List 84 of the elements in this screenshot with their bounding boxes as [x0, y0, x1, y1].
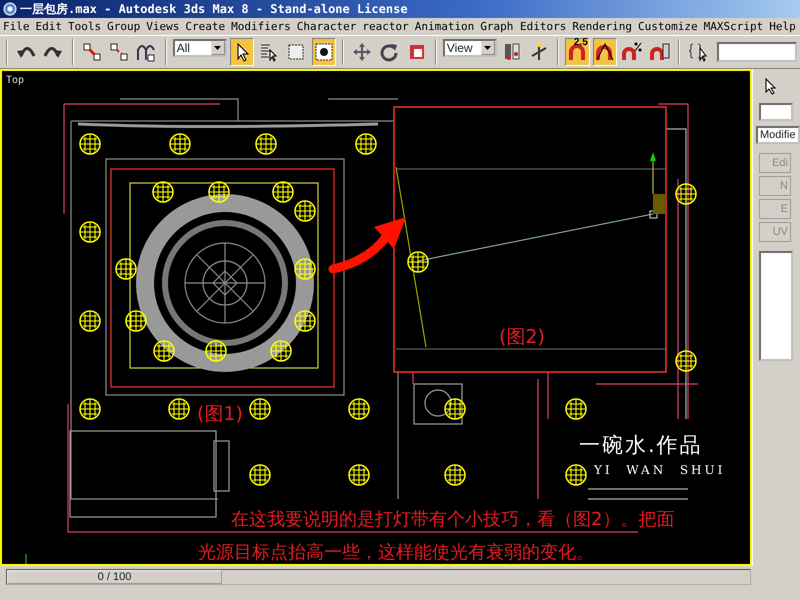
viewport-label[interactable]: Top	[6, 75, 24, 86]
angle-magnet-icon	[594, 42, 615, 62]
link-icon	[82, 42, 102, 62]
dotted-square-icon	[286, 42, 306, 62]
toolbar-button[interactable]: 2.5	[565, 38, 590, 66]
light-icon	[79, 221, 101, 243]
light-icon	[294, 310, 316, 332]
light-icon	[355, 133, 377, 155]
light-icon	[675, 350, 697, 372]
light-icon	[79, 398, 101, 420]
menu-item[interactable]: Tools	[65, 20, 104, 33]
menu-item[interactable]: MAXScript	[700, 20, 766, 33]
caption-text: 光源目标点抬高一些，这样能使光有衰弱的变化。	[198, 541, 594, 564]
signature-title: 一碗水.作品	[579, 432, 703, 459]
menu-item[interactable]: Help	[766, 20, 799, 33]
undo-icon	[16, 46, 36, 58]
dotted-circle-square-icon	[314, 42, 334, 62]
time-slider-thumb[interactable]: 0 / 100	[7, 570, 222, 584]
spinner-magnet-icon	[650, 42, 670, 62]
menu-item[interactable]: Views	[143, 20, 182, 33]
menu-item[interactable]: Graph Editors	[477, 20, 570, 33]
light-icon	[272, 181, 294, 203]
light-icon	[294, 200, 316, 222]
braces-cursor-icon	[688, 42, 708, 62]
light-icon	[169, 133, 191, 155]
menu-item[interactable]: Create	[182, 20, 228, 33]
menu-item[interactable]: reactor	[359, 20, 412, 33]
light-icon	[115, 258, 137, 280]
snap-value-label: 2.5	[574, 37, 588, 48]
light-icon	[249, 398, 271, 420]
light-icon	[444, 398, 466, 420]
menu-item[interactable]: Edit	[32, 20, 65, 33]
light-icon	[565, 464, 587, 486]
light-icon	[125, 310, 147, 332]
toolbar-button[interactable]	[312, 38, 336, 66]
dropdown-field[interactable]: View	[442, 39, 497, 57]
light-icon	[294, 258, 316, 280]
caret-icon	[484, 46, 492, 50]
light-icon	[152, 181, 174, 203]
window-title: 一层包房.max - Autodesk 3ds Max 8 - Stand-alone License	[20, 0, 408, 18]
light-icon	[270, 340, 292, 362]
menu-item[interactable]: Customize	[635, 20, 701, 33]
menu-item[interactable]: Modifiers	[228, 20, 294, 33]
light-icon	[348, 464, 370, 486]
light-icon	[79, 133, 101, 155]
toolbar-button[interactable]	[592, 38, 618, 66]
pivot-icon	[502, 42, 522, 62]
light-icon	[444, 464, 466, 486]
rotate-icon	[379, 42, 400, 62]
light-icon	[205, 340, 227, 362]
caption-text: 在这我要说明的是打灯带有个小技巧，看（图2）。把面	[231, 508, 674, 531]
move-icon	[352, 42, 372, 62]
menu-item[interactable]: File	[0, 20, 32, 33]
name-field[interactable]	[759, 103, 793, 121]
redo-icon	[43, 46, 64, 58]
light-icon	[208, 181, 230, 203]
menu-item[interactable]: Animation	[412, 20, 478, 33]
modifier-list-dropdown[interactable]: Modifie	[756, 126, 800, 144]
menu-item[interactable]: Rendering	[569, 20, 636, 33]
light-icon	[249, 464, 271, 486]
toolbar-button[interactable]	[230, 38, 254, 66]
caret-icon	[214, 46, 222, 50]
light-icon	[168, 398, 190, 420]
light-icon	[79, 310, 101, 332]
modifier-stack-list[interactable]	[759, 251, 793, 361]
menu-item[interactable]: Group	[104, 20, 144, 33]
wave-icon	[136, 42, 156, 62]
text-field[interactable]	[717, 42, 798, 62]
percent-magnet-icon	[622, 42, 642, 62]
light-icon	[675, 183, 697, 205]
light-icon	[153, 340, 175, 362]
light-icon	[348, 398, 370, 420]
menu-item[interactable]: Character	[294, 20, 360, 33]
app-icon	[3, 2, 17, 16]
light-icon	[565, 398, 587, 420]
light-icon	[255, 133, 277, 155]
figure-caption: (图1)	[197, 402, 243, 427]
axis-icon	[529, 42, 550, 62]
signature-subtitle: YI WAN SHUI	[594, 463, 726, 477]
dropdown-field[interactable]: All	[172, 39, 227, 57]
list-cursor-icon	[259, 42, 280, 62]
light-icon	[407, 251, 429, 273]
unlink-icon	[109, 42, 130, 62]
figure-caption: (图2)	[499, 325, 545, 350]
